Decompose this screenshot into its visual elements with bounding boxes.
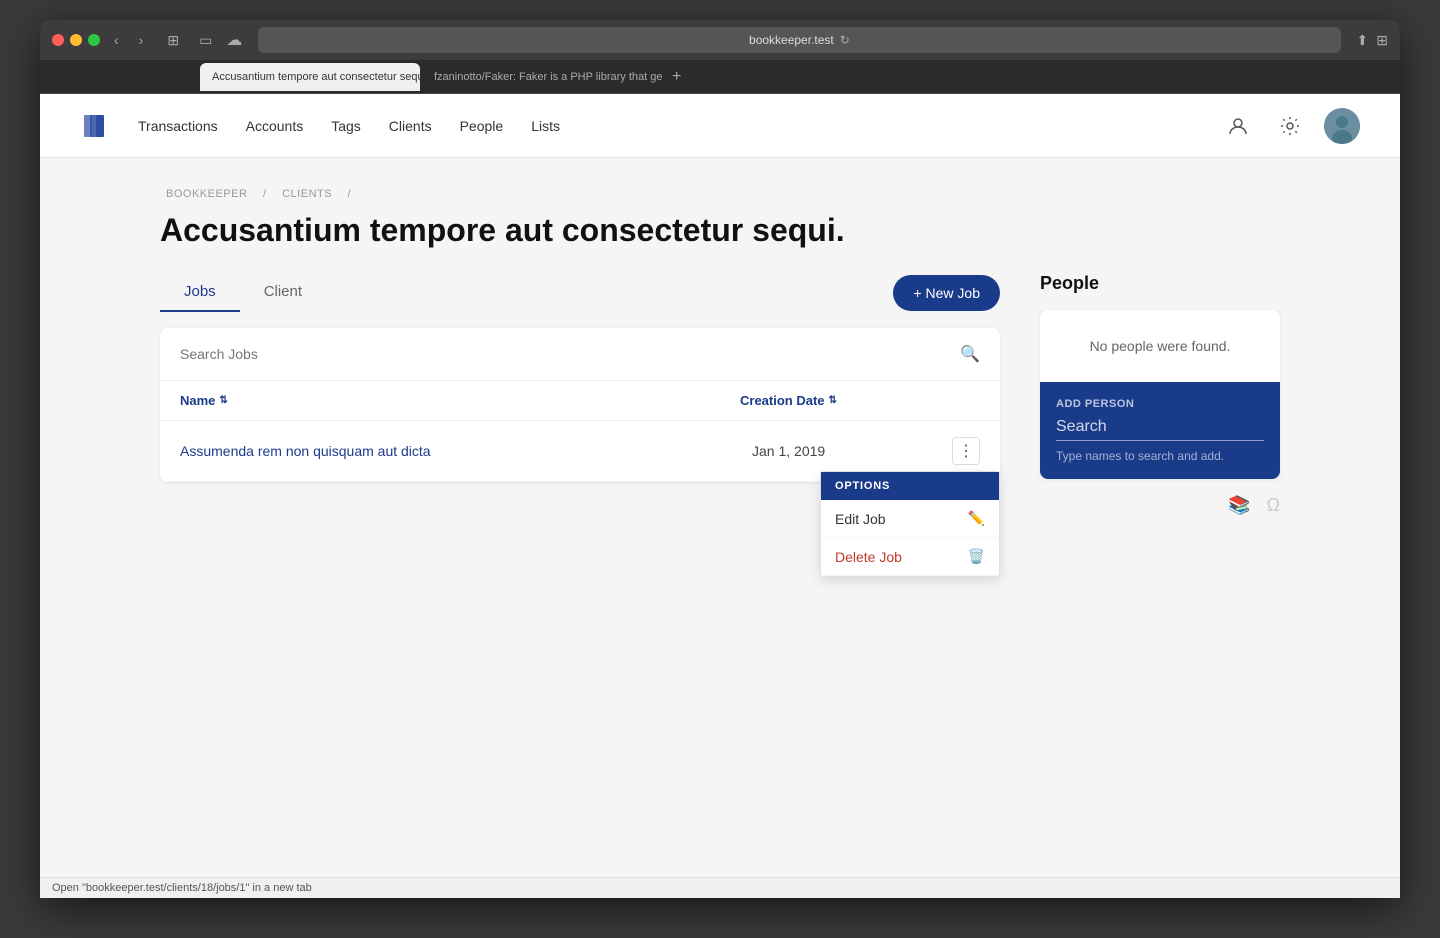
breadcrumb-sep1: /: [263, 188, 267, 200]
user-avatar[interactable]: [1324, 108, 1360, 144]
no-people-message: No people were found.: [1040, 310, 1280, 382]
tab-bar: Accusantium tempore aut consectetur sequ…: [40, 60, 1400, 94]
app-logo: [80, 112, 108, 140]
name-sort-icon: ⇅: [219, 395, 227, 406]
forward-button[interactable]: ›: [133, 30, 150, 50]
nav-accounts[interactable]: Accounts: [246, 118, 304, 134]
col-date-label: Creation Date: [740, 393, 825, 408]
nav-people[interactable]: People: [460, 118, 504, 134]
add-tab-button[interactable]: +: [664, 68, 689, 86]
search-bar: 🔍: [160, 328, 1000, 381]
breadcrumb-home[interactable]: BOOKKEEPER: [166, 188, 247, 200]
trash-icon: 🗑️: [968, 548, 985, 565]
side-column: People No people were found. ADD PERSON …: [1040, 273, 1280, 516]
page-content: Transactions Accounts Tags Clients Peopl…: [40, 94, 1400, 898]
share-button[interactable]: ⬆: [1357, 32, 1369, 49]
add-person-search-input[interactable]: [1056, 418, 1264, 441]
settings-button[interactable]: [1272, 108, 1308, 144]
add-person-hint: Type names to search and add.: [1056, 449, 1264, 463]
people-card: No people were found. ADD PERSON Type na…: [1040, 310, 1280, 479]
search-input-wrapper: 🔍: [180, 344, 980, 364]
jobs-table-container: 🔍 Name ⇅ Creation Date ⇅: [160, 328, 1000, 482]
url-text: bookkeeper.test: [749, 33, 834, 47]
new-tab-button[interactable]: ⊞: [1376, 32, 1388, 49]
tabs-header: Jobs Client + New Job: [160, 273, 1000, 312]
cloud-icon: ☁: [226, 30, 242, 50]
edit-icon: ✏️: [968, 510, 985, 527]
tabs-nav: Jobs Client: [160, 273, 326, 312]
nav-clients[interactable]: Clients: [389, 118, 432, 134]
browser-titlebar: ‹ › ⊞ ▭ ☁ bookkeeper.test ↻ ⬆ ⊞: [40, 20, 1400, 60]
logo-icon: [80, 112, 108, 140]
page-title: Accusantium tempore aut consectetur sequ…: [160, 212, 1280, 249]
footer-omega-icon: Ω: [1267, 495, 1280, 516]
sidebar-button[interactable]: ▭: [193, 30, 218, 51]
col-date-header[interactable]: Creation Date ⇅: [740, 393, 940, 408]
dropdown-header: OPTIONS: [821, 472, 999, 500]
avatar-image: [1324, 108, 1360, 144]
browser-tab-inactive[interactable]: fzaninotto/Faker: Faker is a PHP library…: [422, 63, 662, 91]
header-actions: [1220, 108, 1360, 144]
job-name-link[interactable]: Assumenda rem non quisquam aut dicta: [180, 443, 752, 459]
tab2-label: fzaninotto/Faker: Faker is a PHP library…: [434, 71, 662, 83]
traffic-lights: [52, 34, 100, 46]
grid-button[interactable]: ⊞: [161, 30, 185, 51]
col-name-label: Name: [180, 393, 215, 408]
nav-transactions[interactable]: Transactions: [138, 118, 218, 134]
row-menu-button[interactable]: ⋮: [952, 437, 980, 465]
search-icon: 🔍: [960, 344, 980, 364]
user-icon: [1227, 115, 1249, 137]
main-nav: Transactions Accounts Tags Clients Peopl…: [138, 118, 560, 134]
date-sort-icon: ⇅: [829, 395, 837, 406]
col-name-header[interactable]: Name ⇅: [180, 393, 740, 408]
app-header: Transactions Accounts Tags Clients Peopl…: [40, 94, 1400, 158]
tab-jobs[interactable]: Jobs: [160, 273, 240, 312]
search-input[interactable]: [180, 346, 952, 362]
user-icon-button[interactable]: [1220, 108, 1256, 144]
back-button[interactable]: ‹: [108, 30, 125, 50]
edit-job-label: Edit Job: [835, 511, 886, 527]
status-bar: Open "bookkeeper.test/clients/18/jobs/1"…: [40, 877, 1400, 898]
breadcrumb-sep2: /: [348, 188, 352, 200]
tab1-label: Accusantium tempore aut consectetur sequ…: [212, 71, 420, 83]
table-header: Name ⇅ Creation Date ⇅: [160, 381, 1000, 421]
job-date: Jan 1, 2019: [752, 443, 952, 459]
table-row: Assumenda rem non quisquam aut dicta Jan…: [160, 421, 1000, 482]
minimize-button[interactable]: [70, 34, 82, 46]
people-title: People: [1040, 273, 1280, 294]
edit-job-item[interactable]: Edit Job ✏️: [821, 500, 999, 538]
footer-icons: 📚 Ω: [1040, 479, 1280, 516]
footer-book-icon: 📚: [1228, 495, 1250, 516]
new-job-button[interactable]: + New Job: [893, 275, 1000, 311]
breadcrumb-clients[interactable]: CLIENTS: [282, 188, 332, 200]
tab-client[interactable]: Client: [240, 273, 326, 312]
add-person-section: ADD PERSON Type names to search and add.: [1040, 382, 1280, 479]
url-bar[interactable]: bookkeeper.test ↻: [258, 27, 1340, 53]
browser-tab-active[interactable]: Accusantium tempore aut consectetur sequ…: [200, 63, 420, 91]
nav-lists[interactable]: Lists: [531, 118, 560, 134]
dropdown-menu: OPTIONS Edit Job ✏️ Delete Job 🗑️: [820, 471, 1000, 577]
breadcrumb: BOOKKEEPER / CLIENTS /: [160, 188, 1280, 200]
gear-icon: [1279, 115, 1301, 137]
maximize-button[interactable]: [88, 34, 100, 46]
content-layout: Jobs Client + New Job 🔍: [160, 273, 1280, 516]
reload-icon[interactable]: ↻: [840, 33, 850, 47]
add-person-label: ADD PERSON: [1056, 398, 1264, 410]
delete-job-label: Delete Job: [835, 549, 902, 565]
status-text: Open "bookkeeper.test/clients/18/jobs/1"…: [52, 882, 312, 894]
main-area: BOOKKEEPER / CLIENTS / Accusantium tempo…: [120, 158, 1320, 546]
delete-job-item[interactable]: Delete Job 🗑️: [821, 538, 999, 576]
nav-tags[interactable]: Tags: [331, 118, 361, 134]
main-column: Jobs Client + New Job 🔍: [160, 273, 1000, 482]
close-button[interactable]: [52, 34, 64, 46]
